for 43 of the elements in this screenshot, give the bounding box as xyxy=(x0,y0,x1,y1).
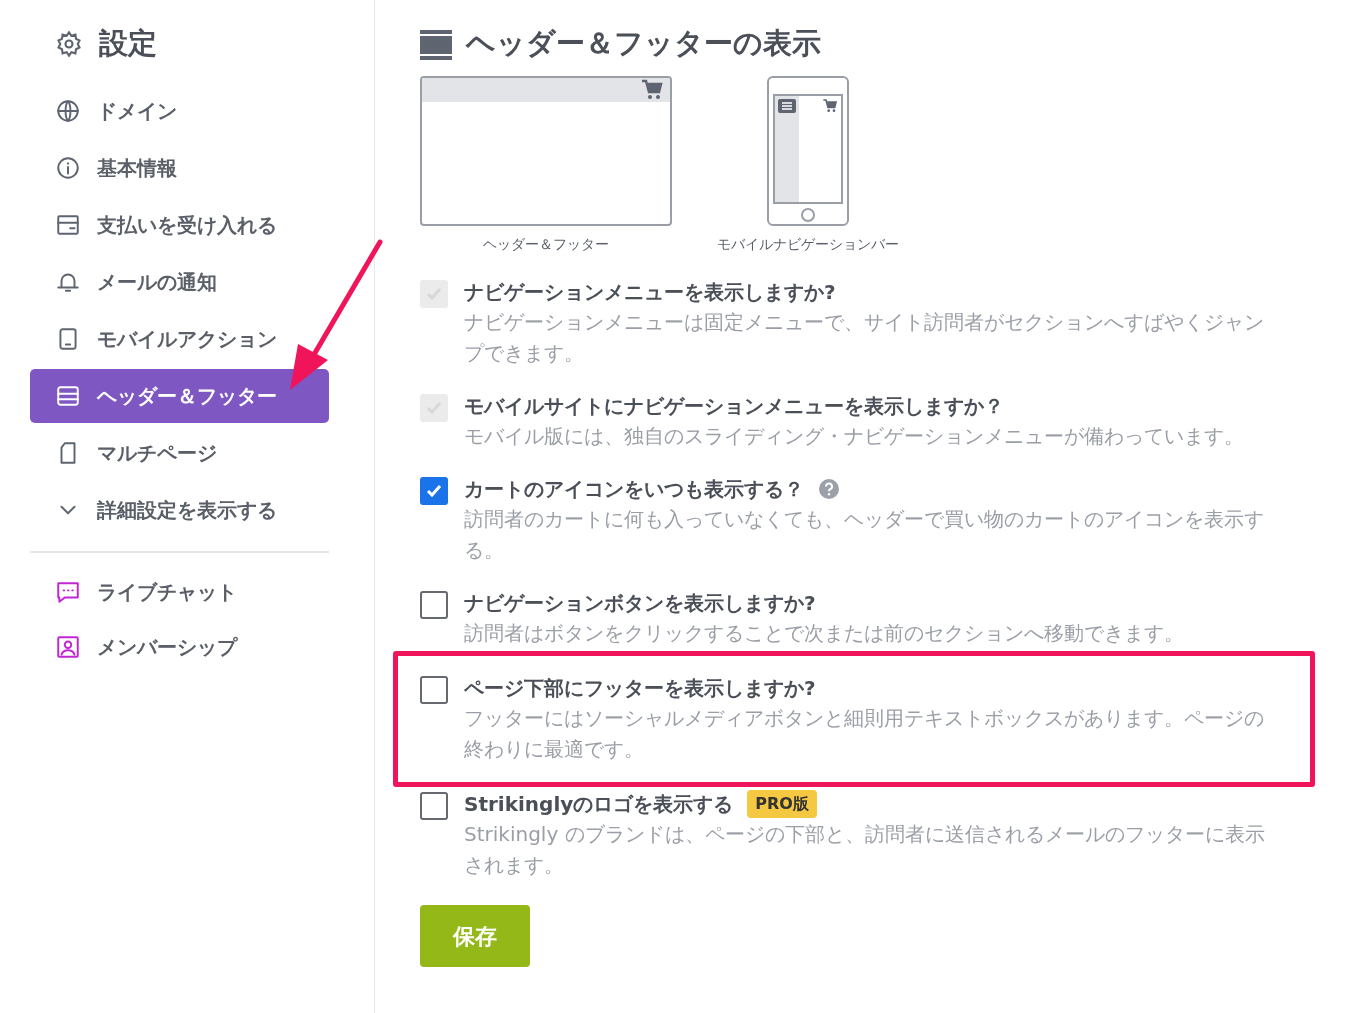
checkbox[interactable] xyxy=(420,477,448,505)
wallet-icon xyxy=(55,212,81,238)
sidebar-item[interactable]: マルチページ xyxy=(30,426,329,480)
sidebar-title: 設定 xyxy=(99,25,157,63)
cart-icon xyxy=(822,98,838,114)
option-description: 訪問者のカートに何も入っていなくても、ヘッダーで買い物のカートのアイコンを表示する。 xyxy=(464,506,1265,564)
chat-icon xyxy=(55,579,81,605)
checkbox[interactable] xyxy=(420,676,448,704)
sidebar-item[interactable]: メンバーシップ xyxy=(30,620,329,674)
section-title: ヘッダー＆フッターの表示 xyxy=(466,25,821,63)
sidebar-item[interactable]: ヘッダー＆フッター xyxy=(30,369,329,423)
option-title: ナビゲーションメニューを表示しますか? xyxy=(464,279,836,306)
globe-icon xyxy=(55,98,81,124)
option-description: フッターにはソーシャルメディアボタンと細則用テキストボックスがあります。ページの終わりに最適です。 xyxy=(464,705,1265,763)
sidebar-item[interactable]: ライブチャット xyxy=(30,565,329,619)
option-description: モバイル版には、独自のスライディング・ナビゲーションメニューが備わっています。 xyxy=(464,423,1245,450)
option-title: Strikinglyのロゴを表示する xyxy=(464,791,734,818)
option-description: 訪問者はボタンをクリックすることで次または前のセクションへ移動できます。 xyxy=(464,620,1185,647)
option-title: ナビゲーションボタンを表示しますか? xyxy=(464,590,816,617)
member-icon xyxy=(55,634,81,660)
settings-icon xyxy=(55,30,83,58)
sidebar-item[interactable]: メールの通知 xyxy=(30,255,329,309)
option-title: カートのアイコンをいつも表示する？ xyxy=(464,476,804,503)
pro-badge: PRO版 xyxy=(747,790,817,818)
sidebar-item[interactable]: ドメイン xyxy=(30,84,329,138)
checkbox[interactable] xyxy=(420,792,448,820)
sidebar-item[interactable]: モバイルアクション xyxy=(30,312,329,366)
preview-caption: モバイルナビゲーションバー xyxy=(717,235,899,254)
cart-icon xyxy=(640,78,664,102)
menu-icon xyxy=(778,99,796,113)
help-icon[interactable] xyxy=(818,478,840,500)
option-description: ナビゲーションメニューは固定メニューで、サイト訪問者がセクションへすばやくジャンプできます。 xyxy=(464,309,1265,367)
option-title: モバイルサイトにナビゲーションメニューを表示しますか？ xyxy=(464,393,1004,420)
preview-caption: ヘッダー＆フッター xyxy=(483,235,609,254)
sidebar-item[interactable]: 詳細設定を表示する xyxy=(30,483,329,537)
sidebar-item[interactable]: 基本情報 xyxy=(30,141,329,195)
header-icon xyxy=(55,383,81,409)
option-title: ページ下部にフッターを表示しますか? xyxy=(464,675,816,702)
checkbox[interactable] xyxy=(420,591,448,619)
option-description: Strikingly のブランドは、ページの下部と、訪問者に送信されるメールのフッターに表示されます。 xyxy=(464,821,1266,879)
sidebar-item[interactable]: 支払いを受け入れる xyxy=(30,198,329,252)
header-footer-icon xyxy=(420,28,452,60)
info-icon xyxy=(55,155,81,181)
